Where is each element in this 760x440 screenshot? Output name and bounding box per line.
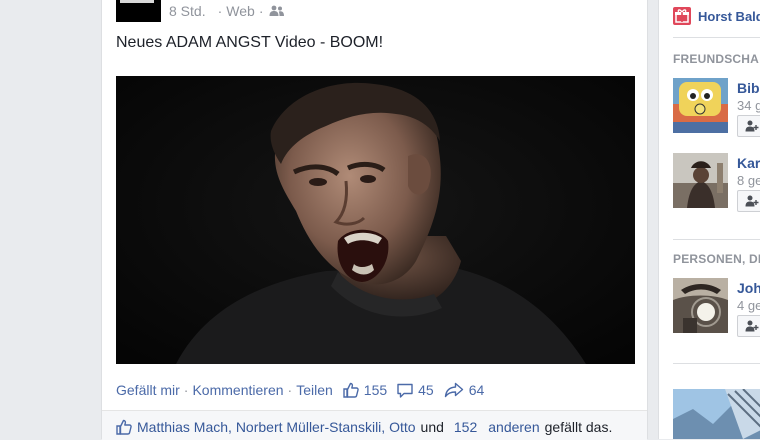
friend-suggestion: Kar 8 ge [673, 153, 760, 212]
likers-suffix: gefällt das. [544, 419, 613, 435]
sidebar-divider [673, 239, 760, 240]
birthday-row[interactable]: Horst Bald [673, 7, 760, 25]
right-sidebar: Horst Bald FREUNDSCHA Bibi 34 g [658, 0, 760, 439]
likers-others-link[interactable]: anderen [488, 419, 539, 435]
mutual-friends: 34 g [737, 98, 760, 113]
comments-number: 45 [418, 382, 434, 398]
meta-separator: · [258, 3, 264, 19]
people-you-may-know-heading: PERSONEN, DI [673, 252, 760, 266]
video-player[interactable] [116, 76, 635, 364]
post-source: Web [226, 3, 255, 19]
post-actions: Gefällt mir · Kommentieren · Teilen 155 … [116, 380, 484, 400]
sidebar-ad-image[interactable] [673, 389, 760, 439]
share-arrow-icon [444, 382, 463, 398]
page-logo-mark [120, 0, 154, 3]
thumb-up-icon [116, 419, 132, 435]
action-separator: · [183, 382, 189, 398]
suggestion-avatar[interactable] [673, 278, 728, 333]
add-friend-icon [745, 320, 759, 332]
likes-summary: Matthias Mach, Norbert Müller-Stanskili,… [116, 419, 612, 435]
post-text: Neues ADAM ANGST Video - BOOM! [116, 34, 384, 51]
suggestion-avatar[interactable] [673, 153, 728, 208]
suggestion-name[interactable]: Joh [737, 280, 760, 296]
sidebar-divider [673, 37, 760, 38]
likers-and: und [420, 419, 444, 435]
likers-names[interactable]: Matthias Mach, Norbert Müller-Stanskili,… [137, 419, 416, 435]
share-link[interactable]: Teilen [296, 382, 333, 398]
like-link[interactable]: Gefällt mir [116, 382, 180, 398]
post-timestamp[interactable]: 8 Std. [169, 3, 206, 19]
post-header: 8 Std. · Web · [116, 0, 285, 22]
add-friend-icon [745, 120, 759, 132]
suggestion-name[interactable]: Bibi [737, 80, 760, 96]
sidebar-divider [673, 363, 760, 364]
mutual-friends: 8 ge [737, 173, 760, 188]
likes-summary-bar: Matthias Mach, Norbert Müller-Stanskili,… [102, 410, 647, 440]
friend-suggestion: Joh 4 ge [673, 278, 760, 337]
add-friend-icon [745, 195, 759, 207]
user-name-link[interactable]: Horst Bald [698, 9, 760, 24]
add-friend-button[interactable] [737, 315, 760, 337]
mutual-friends: 4 ge [737, 298, 760, 313]
comments-count[interactable]: 45 [397, 382, 434, 398]
gift-icon [673, 7, 691, 25]
likes-number: 155 [363, 382, 388, 398]
friend-suggestion: Bibi 34 g [673, 78, 760, 137]
video-frame-image [116, 76, 635, 364]
meta-separator: · [217, 3, 223, 19]
suggestion-avatar[interactable] [673, 78, 728, 133]
comment-bubble-icon [397, 383, 413, 398]
friends-icon[interactable] [269, 5, 285, 17]
post-meta: 8 Std. · Web · [169, 3, 285, 19]
likers-count[interactable]: 152 [454, 419, 477, 435]
thumb-up-icon [343, 382, 359, 398]
add-friend-button[interactable] [737, 190, 760, 212]
friend-requests-heading: FREUNDSCHA [673, 52, 759, 66]
shares-count[interactable]: 64 [444, 382, 485, 398]
likes-count[interactable]: 155 [343, 382, 387, 398]
comment-link[interactable]: Kommentieren [192, 382, 283, 398]
news-feed-post: 8 Std. · Web · Neues ADAM ANGST Video - … [101, 0, 648, 440]
action-separator: · [287, 382, 293, 398]
shares-number: 64 [468, 382, 485, 398]
add-friend-button[interactable] [737, 115, 760, 137]
suggestion-name[interactable]: Kar [737, 155, 760, 171]
page-avatar[interactable] [116, 0, 161, 22]
